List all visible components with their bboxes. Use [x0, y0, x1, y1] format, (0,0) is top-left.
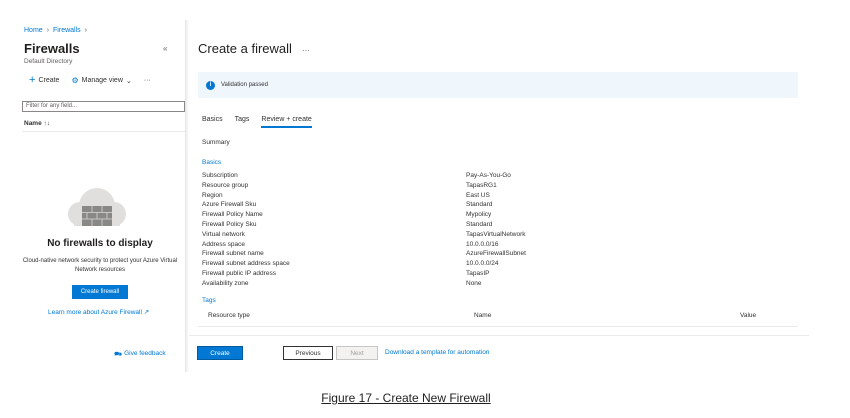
column-header-name[interactable]: Name ↑↓	[24, 120, 50, 127]
tab-tags[interactable]: Tags	[235, 116, 250, 126]
feedback-icon: 🗪	[114, 351, 123, 358]
footer-divider	[189, 335, 809, 336]
give-feedback-link[interactable]: 🗪 Give feedback	[114, 350, 166, 361]
field-value: TapasIP	[466, 269, 490, 277]
table-divider	[198, 326, 798, 327]
cloud-firewall-icon	[68, 188, 126, 226]
more-icon: ···	[143, 77, 151, 84]
summary-heading: Summary	[202, 139, 230, 146]
more-icon[interactable]: ···	[302, 46, 310, 55]
column-divider	[22, 131, 185, 132]
create-label: Create	[38, 77, 60, 84]
field-value: Standard	[466, 201, 493, 209]
collapse-pane-icon[interactable]: «	[163, 44, 167, 53]
field-label: Firewall Policy Sku	[202, 220, 257, 228]
next-button[interactable]: Next	[336, 346, 378, 360]
tab-review-create[interactable]: Review + create	[261, 116, 313, 128]
page-title: Firewalls	[24, 41, 80, 56]
field-label: Subscription	[202, 172, 238, 179]
breadcrumb: Home › Firewalls ›	[24, 27, 87, 34]
column-header-value: Value	[740, 312, 757, 319]
create-firewall-button[interactable]: Create firewall	[72, 285, 128, 299]
field-value: 10.0.0.0/16	[466, 240, 499, 248]
chevron-down-icon: ⌄	[125, 77, 132, 85]
figure-caption: Figure 17 - Create New Firewall	[321, 391, 491, 405]
filter-input[interactable]: Filter for any field...	[22, 101, 185, 112]
manage-view-button[interactable]: ⚙ Manage view ⌄	[71, 76, 131, 85]
column-header-resource-type: Resource type	[208, 312, 250, 319]
tab-bar: Basics Tags Review + create	[202, 116, 313, 128]
page-subtitle: Default Directory	[24, 58, 73, 65]
field-value: AzureFirewallSubnet	[466, 250, 526, 258]
column-header-name: Name	[474, 312, 492, 319]
field-label: Firewall Policy Name	[202, 211, 263, 219]
learn-more-link[interactable]: Learn more about Azure Firewall ↗	[48, 308, 149, 316]
give-feedback-label: Give feedback	[124, 350, 166, 357]
validation-message: Validation passed	[221, 82, 268, 88]
field-label: Availability zone	[202, 279, 249, 287]
field-value: 10.0.0.0/24	[466, 260, 499, 268]
field-value: Mypolicy	[466, 211, 492, 219]
field-label: Azure Firewall Sku	[202, 201, 257, 209]
field-label: Firewall subnet name	[202, 250, 264, 258]
field-value: Standard	[466, 220, 493, 228]
pane-divider	[185, 20, 189, 372]
manage-view-label: Manage view	[81, 77, 123, 84]
download-template-link[interactable]: Download a template for automation	[385, 349, 489, 356]
gear-icon: ⚙	[71, 76, 79, 85]
more-options-button[interactable]: ···	[144, 77, 151, 84]
create-button[interactable]: Create	[197, 346, 243, 360]
blade-title: Create a firewall	[198, 41, 292, 56]
field-value: Pay-As-You-Go	[466, 172, 511, 179]
summary-labels: Subscription Resource group Region Azure…	[202, 171, 290, 289]
field-label: Virtual network	[202, 230, 245, 238]
field-label: Resource group	[202, 181, 249, 189]
summary-values: Pay-As-You-Go TapasRG1 East US Standard …	[466, 171, 526, 289]
field-label: Firewall subnet address space	[202, 260, 290, 268]
empty-state-description: Cloud-native network security to protect…	[22, 258, 178, 273]
tags-section-heading: Tags	[202, 297, 216, 304]
field-value: TapasVirtualNetwork	[466, 230, 526, 238]
create-button[interactable]: + Create	[29, 74, 60, 86]
plus-icon: +	[29, 74, 36, 86]
tab-basics[interactable]: Basics	[202, 116, 223, 126]
field-label: Firewall public IP address	[202, 269, 276, 277]
empty-state-title: No firewalls to display	[47, 238, 153, 249]
breadcrumb-separator-icon: ›	[46, 27, 50, 34]
field-value: None	[466, 279, 482, 287]
blade-header: Create a firewall ···	[198, 41, 310, 56]
previous-button[interactable]: Previous	[283, 346, 333, 360]
field-value: TapasRG1	[466, 181, 497, 189]
field-label: Address space	[202, 240, 245, 248]
breadcrumb-home[interactable]: Home	[24, 27, 43, 34]
breadcrumb-firewalls[interactable]: Firewalls	[53, 27, 81, 34]
field-label: Region	[202, 191, 223, 199]
info-icon: i	[206, 80, 215, 90]
validation-banner: i Validation passed	[198, 72, 798, 98]
list-toolbar: + Create ⚙ Manage view ⌄ ···	[29, 74, 151, 86]
basics-section-heading: Basics	[202, 159, 222, 166]
field-value: East US	[466, 191, 490, 199]
breadcrumb-separator-icon: ›	[84, 27, 87, 34]
